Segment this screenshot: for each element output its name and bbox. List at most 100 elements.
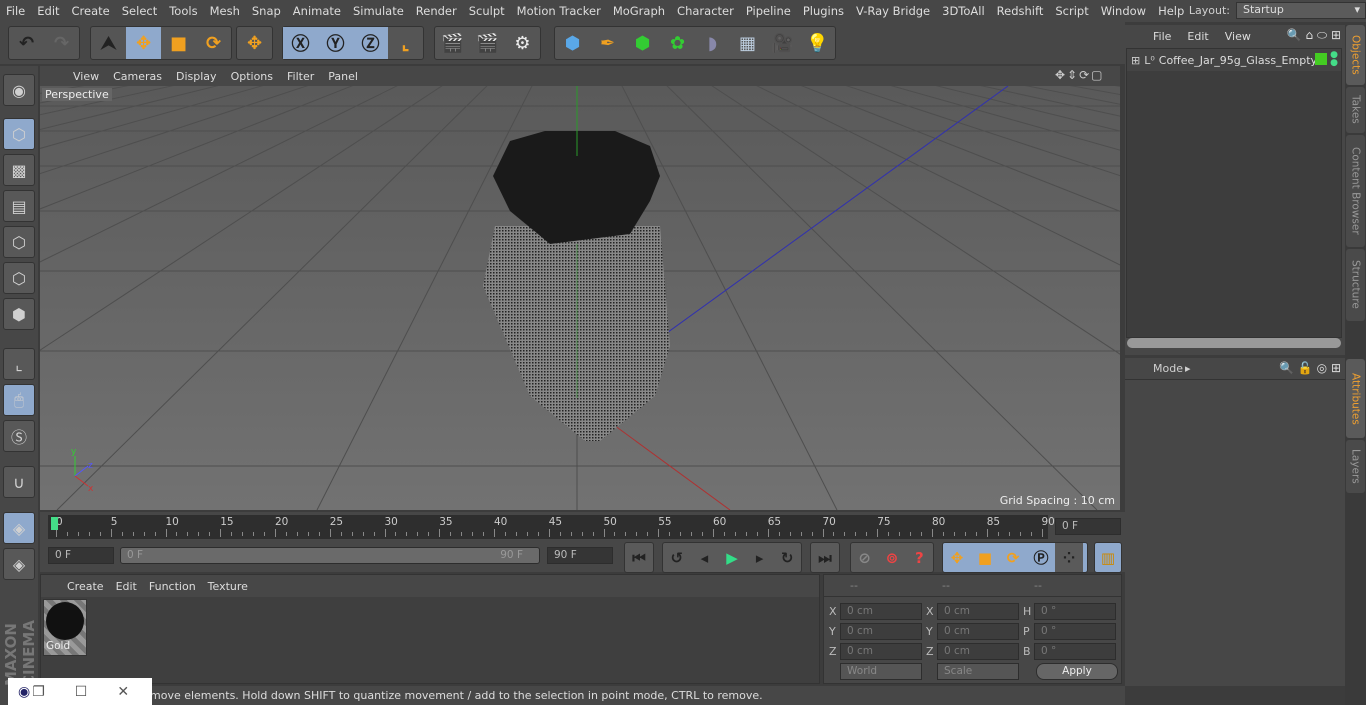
object-row[interactable]: ⊞ L⁰ Coffee_Jar_95g_Glass_Empty ● ● bbox=[1127, 49, 1341, 71]
render-settings-icon[interactable]: ⚙ bbox=[505, 27, 540, 59]
coord-field-p[interactable]: 0 ° bbox=[1034, 623, 1116, 640]
menu-3dtoall[interactable]: 3DToAll bbox=[936, 4, 991, 18]
x-axis-icon[interactable]: Ⓧ bbox=[283, 27, 318, 59]
tab-layers[interactable]: Layers bbox=[1346, 440, 1365, 493]
material-menu-create[interactable]: Create bbox=[61, 580, 110, 593]
model-mode-icon[interactable]: ⬡ bbox=[3, 118, 35, 150]
coord-field-y[interactable]: 0 cm bbox=[937, 623, 1019, 640]
maximize-icon[interactable]: ☐ bbox=[75, 684, 88, 700]
menu-v-ray-bridge[interactable]: V-Ray Bridge bbox=[850, 4, 936, 18]
undo-icon[interactable]: ↶ bbox=[9, 27, 44, 59]
menu-plugins[interactable]: Plugins bbox=[797, 4, 850, 18]
menu-character[interactable]: Character bbox=[671, 4, 740, 18]
rotate-icon[interactable]: ⟳ bbox=[196, 27, 231, 59]
planar-workplane-icon[interactable]: ◈ bbox=[3, 548, 35, 580]
redo-icon[interactable]: ↷ bbox=[44, 27, 79, 59]
menu-file[interactable]: File bbox=[0, 4, 31, 18]
coord-field-x[interactable]: 0 cm bbox=[840, 603, 922, 620]
menu-motion-tracker[interactable]: Motion Tracker bbox=[511, 4, 607, 18]
menu-mesh[interactable]: Mesh bbox=[204, 4, 246, 18]
menu-select[interactable]: Select bbox=[116, 4, 163, 18]
timeline[interactable]: 0 5 10 15 20 25 30 35 40 45 50 55 60 65 70 75 80 85 90 0 F bbox=[40, 512, 1125, 542]
scale-icon[interactable]: ■ bbox=[161, 27, 196, 59]
key-rotation-icon[interactable]: ⟳ bbox=[999, 543, 1027, 572]
transform-type-dropdown[interactable]: Scale bbox=[937, 663, 1019, 680]
current-frame-field[interactable]: 0 F bbox=[1055, 518, 1121, 535]
menu-mograph[interactable]: MoGraph bbox=[607, 4, 671, 18]
expand-icon[interactable]: ⊞ bbox=[1131, 54, 1140, 67]
floor-icon[interactable]: ▦ bbox=[730, 27, 765, 59]
coordinate-system-icon[interactable]: ⌞ bbox=[388, 27, 423, 59]
menu-pipeline[interactable]: Pipeline bbox=[740, 4, 797, 18]
workplane-icon[interactable]: ▤ bbox=[3, 190, 35, 222]
horizontal-scrollbar[interactable] bbox=[1127, 338, 1341, 348]
object-name[interactable]: Coffee_Jar_95g_Glass_Empty bbox=[1159, 54, 1317, 67]
viewport-menu-view[interactable]: View bbox=[66, 70, 106, 83]
coord-field-h[interactable]: 0 ° bbox=[1034, 603, 1116, 620]
key-parameter-icon[interactable]: Ⓟ bbox=[1027, 543, 1055, 572]
menu-script[interactable]: Script bbox=[1049, 4, 1094, 18]
object-manager-icons[interactable]: 🔍 ⌂ ⬭ ⊞ bbox=[1287, 28, 1341, 43]
viewport-menu-options[interactable]: Options bbox=[224, 70, 280, 83]
menu-redshift[interactable]: Redshift bbox=[991, 4, 1050, 18]
coord-field-z[interactable]: 0 cm bbox=[937, 643, 1019, 660]
timeline-window-icon[interactable]: ▥ bbox=[1095, 543, 1121, 572]
restore-icon[interactable]: ❐ bbox=[32, 684, 45, 700]
live-select-icon[interactable]: ⮝ bbox=[91, 27, 126, 59]
frame-range-slider[interactable]: 0 F 90 F bbox=[120, 547, 540, 564]
apply-button[interactable]: Apply bbox=[1036, 663, 1118, 680]
key-scale-icon[interactable]: ■ bbox=[971, 543, 999, 572]
next-frame-icon[interactable]: ▸ bbox=[746, 543, 774, 572]
pen-icon[interactable]: ✒ bbox=[590, 27, 625, 59]
go-to-end-icon[interactable]: ⏭ bbox=[811, 543, 839, 572]
deformer-icon[interactable]: ◗ bbox=[695, 27, 730, 59]
cube-icon[interactable]: ⬢ bbox=[555, 27, 590, 59]
axis-mode-icon[interactable]: ⌞ bbox=[3, 348, 35, 380]
key-pla-icon[interactable]: ⁘ bbox=[1055, 543, 1083, 572]
locked-workplane-icon[interactable]: ◈ bbox=[3, 512, 35, 544]
layout-dropdown[interactable]: Startup bbox=[1236, 2, 1366, 19]
material-gold[interactable]: Gold bbox=[43, 599, 87, 656]
tab-objects[interactable]: Objects bbox=[1346, 25, 1365, 85]
next-key-icon[interactable]: ↻ bbox=[773, 543, 801, 572]
tab-attributes[interactable]: Attributes bbox=[1346, 359, 1365, 438]
render-picture-viewer-icon[interactable]: 🎬 bbox=[470, 27, 505, 59]
viewport-menu-cameras[interactable]: Cameras bbox=[106, 70, 169, 83]
render-view-icon[interactable]: 🎬 bbox=[435, 27, 470, 59]
object-menu-edit[interactable]: Edit bbox=[1187, 30, 1208, 43]
attributes-mode-menu[interactable]: Mode bbox=[1153, 362, 1185, 375]
menu-simulate[interactable]: Simulate bbox=[347, 4, 410, 18]
menu-sculpt[interactable]: Sculpt bbox=[463, 4, 511, 18]
viewport-menu-panel[interactable]: Panel bbox=[321, 70, 365, 83]
menu-window[interactable]: Window bbox=[1095, 4, 1152, 18]
points-mode-icon[interactable]: ⬡ bbox=[3, 226, 35, 258]
playhead[interactable] bbox=[51, 517, 58, 530]
move-tool-icon[interactable]: ✥ bbox=[237, 27, 272, 59]
z-axis-icon[interactable]: Ⓩ bbox=[353, 27, 388, 59]
move-icon[interactable]: ✥ bbox=[126, 27, 161, 59]
menu-render[interactable]: Render bbox=[410, 4, 463, 18]
coord-system-dropdown[interactable]: World bbox=[840, 663, 922, 680]
attribute-manager-icons[interactable]: 🔍 🔓 ◎ ⊞ bbox=[1279, 361, 1341, 375]
light-icon[interactable]: 💡 bbox=[800, 27, 835, 59]
end-frame-field[interactable]: 90 F bbox=[547, 547, 613, 564]
play-icon[interactable]: ▶ bbox=[718, 543, 746, 572]
menu-help[interactable]: Help bbox=[1152, 4, 1190, 18]
snap-icon[interactable]: ∪ bbox=[3, 466, 35, 498]
layer-color-swatch[interactable] bbox=[1315, 53, 1327, 65]
keyframe-selection-icon[interactable]: ? bbox=[906, 543, 933, 572]
menu-snap[interactable]: Snap bbox=[246, 4, 287, 18]
coord-field-z[interactable]: 0 cm bbox=[840, 643, 922, 660]
go-to-start-icon[interactable]: ⏮ bbox=[625, 543, 653, 572]
camera-label[interactable]: Perspective bbox=[42, 88, 112, 101]
edges-mode-icon[interactable]: ⬡ bbox=[3, 262, 35, 294]
material-menu-texture[interactable]: Texture bbox=[202, 580, 254, 593]
viewport-menu-filter[interactable]: Filter bbox=[280, 70, 321, 83]
make-editable-icon[interactable]: ◉ bbox=[3, 74, 35, 106]
tab-structure[interactable]: Structure bbox=[1346, 248, 1365, 321]
menu-animate[interactable]: Animate bbox=[287, 4, 347, 18]
tab-takes[interactable]: Takes bbox=[1346, 86, 1365, 133]
coord-field-b[interactable]: 0 ° bbox=[1034, 643, 1116, 660]
key-position-icon[interactable]: ✥ bbox=[943, 543, 971, 572]
y-axis-icon[interactable]: Ⓨ bbox=[318, 27, 353, 59]
